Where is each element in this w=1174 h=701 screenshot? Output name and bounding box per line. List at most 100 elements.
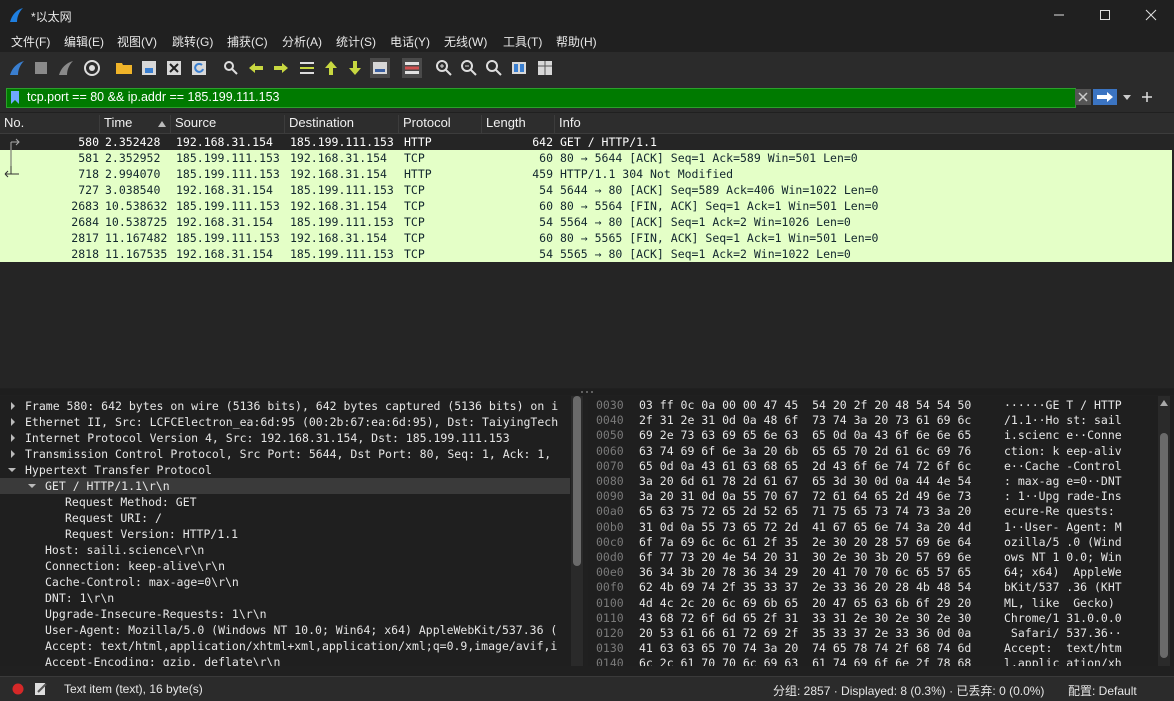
collapse-chevron-icon[interactable] <box>28 482 36 490</box>
menu-telephony[interactable]: 电话(Y) <box>390 33 430 50</box>
apply-filter-button[interactable] <box>1093 89 1117 105</box>
restart-capture-button[interactable] <box>56 58 76 78</box>
hex-row[interactable]: 0140 6c 2c 61 70 70 6c 69 63 61 74 69 6f … <box>588 656 1158 666</box>
tree-item-tcp[interactable]: Transmission Control Protocol, Src Port:… <box>0 446 570 462</box>
hex-row[interactable]: 0080 3a 20 6d 61 78 2d 61 67 65 3d 30 0d … <box>588 474 1158 489</box>
column-header-destination[interactable]: Destination <box>285 115 399 133</box>
packet-row[interactable]: 2684 10.538725 192.168.31.154 185.199.11… <box>0 214 1172 230</box>
expand-chevron-icon[interactable] <box>9 450 17 458</box>
hex-row[interactable]: 0070 65 0d 0a 43 61 63 68 65 2d 43 6f 6e … <box>588 459 1158 474</box>
bookmark-icon[interactable] <box>10 91 20 104</box>
scroll-thumb[interactable] <box>573 396 581 566</box>
hex-row[interactable]: 0130 41 63 63 65 70 74 3a 20 74 65 78 74 … <box>588 641 1158 656</box>
start-capture-button[interactable] <box>7 58 27 78</box>
status-profile[interactable]: 配置: Default <box>1068 682 1137 699</box>
hex-row[interactable]: 0030 03 ff 0c 0a 00 00 47 45 54 20 2f 20 … <box>588 398 1158 413</box>
tree-item-http[interactable]: Hypertext Transfer Protocol <box>0 462 570 478</box>
filter-history-dropdown[interactable] <box>1120 89 1134 105</box>
expand-chevron-icon[interactable] <box>9 402 17 410</box>
menu-help[interactable]: 帮助(H) <box>556 33 597 50</box>
colorize-button[interactable] <box>402 58 422 78</box>
hex-row[interactable]: 00d0 6f 77 73 20 4e 54 20 31 30 2e 30 3b … <box>588 550 1158 565</box>
tree-item-request-method[interactable]: Request Method: GET <box>0 494 570 510</box>
column-header-protocol[interactable]: Protocol <box>399 115 482 133</box>
maximize-button[interactable] <box>1082 0 1128 30</box>
packet-row[interactable]: 581 2.352952 185.199.111.153 192.168.31.… <box>0 150 1172 166</box>
expand-chevron-icon[interactable] <box>9 418 17 426</box>
packet-row[interactable]: 580 2.352428 192.168.31.154 185.199.111.… <box>0 134 1172 150</box>
tree-item-ipv4[interactable]: Internet Protocol Version 4, Src: 192.16… <box>0 430 570 446</box>
capture-options-button[interactable] <box>82 58 102 78</box>
column-header-no[interactable]: No. <box>0 115 100 133</box>
tree-item-frame[interactable]: Frame 580: 642 bytes on wire (5136 bits)… <box>0 398 570 414</box>
hex-row[interactable]: 0060 63 74 69 6f 6e 3a 20 6b 65 65 70 2d … <box>588 444 1158 459</box>
tree-item-accept-encoding[interactable]: Accept-Encoding: gzip, deflate\r\n <box>0 654 570 666</box>
hex-row[interactable]: 00b0 31 0d 0a 55 73 65 72 2d 41 67 65 6e … <box>588 520 1158 535</box>
hex-row[interactable]: 00c0 6f 7a 69 6c 6c 61 2f 35 2e 30 20 28 … <box>588 535 1158 550</box>
menu-analyze[interactable]: 分析(A) <box>282 33 322 50</box>
menu-edit[interactable]: 编辑(E) <box>64 33 104 50</box>
menu-view[interactable]: 视图(V) <box>117 33 157 50</box>
hex-row[interactable]: 0100 4d 4c 2c 20 6c 69 6b 65 20 47 65 63 … <box>588 596 1158 611</box>
tree-item-request-uri[interactable]: Request URI: / <box>0 510 570 526</box>
go-last-packet-button[interactable] <box>345 58 365 78</box>
hex-row[interactable]: 0040 2f 31 2e 31 0d 0a 48 6f 73 74 3a 20 … <box>588 413 1158 428</box>
hex-row[interactable]: 0090 3a 20 31 0d 0a 55 70 67 72 61 64 65 … <box>588 489 1158 504</box>
tree-item-upgrade-insecure[interactable]: Upgrade-Insecure-Requests: 1\r\n <box>0 606 570 622</box>
open-file-button[interactable] <box>114 58 134 78</box>
packet-row[interactable]: 2818 11.167535 192.168.31.154 185.199.11… <box>0 246 1172 262</box>
zoom-out-button[interactable] <box>459 58 479 78</box>
autoscroll-button[interactable] <box>370 58 390 78</box>
hex-row[interactable]: 00f0 62 4b 69 74 2f 35 33 37 2e 33 36 20 … <box>588 580 1158 595</box>
stop-capture-button[interactable] <box>31 58 51 78</box>
hex-row[interactable]: 0110 43 68 72 6f 6d 65 2f 31 33 31 2e 30 … <box>588 611 1158 626</box>
details-scrollbar[interactable] <box>571 396 583 666</box>
expert-info-icon[interactable] <box>12 683 24 695</box>
minimize-button[interactable] <box>1036 0 1082 30</box>
menu-statistics[interactable]: 统计(S) <box>336 33 376 50</box>
menu-tools[interactable]: 工具(T) <box>503 33 542 50</box>
menu-wireless[interactable]: 无线(W) <box>444 33 487 50</box>
tree-item-host[interactable]: Host: saili.science\r\n <box>0 542 570 558</box>
hex-row[interactable]: 00e0 36 34 3b 20 78 36 34 29 20 41 70 70 … <box>588 565 1158 580</box>
tree-item-user-agent[interactable]: User-Agent: Mozilla/5.0 (Windows NT 10.0… <box>0 622 570 638</box>
menu-capture[interactable]: 捕获(C) <box>227 33 268 50</box>
display-filter-input[interactable]: tcp.port == 80 && ip.addr == 185.199.111… <box>6 88 1076 108</box>
hex-row[interactable]: 0050 69 2e 73 63 69 65 6e 63 65 0d 0a 43 … <box>588 428 1158 443</box>
capture-comment-icon[interactable] <box>34 682 48 696</box>
menu-file[interactable]: 文件(F) <box>11 33 50 50</box>
pane-splitter[interactable] <box>0 389 1174 395</box>
bytes-scrollbar[interactable] <box>1158 396 1170 666</box>
packet-row[interactable]: 727 3.038540 192.168.31.154 185.199.111.… <box>0 182 1172 198</box>
tree-item-cache-control[interactable]: Cache-Control: max-age=0\r\n <box>0 574 570 590</box>
packet-row[interactable]: 718 2.994070 185.199.111.153 192.168.31.… <box>0 166 1172 182</box>
tree-item-request-version[interactable]: Request Version: HTTP/1.1 <box>0 526 570 542</box>
column-header-time[interactable]: Time <box>100 115 171 133</box>
go-back-button[interactable] <box>246 58 266 78</box>
close-file-button[interactable] <box>164 58 184 78</box>
scroll-up-icon[interactable] <box>1160 400 1168 406</box>
tree-item-ethernet[interactable]: Ethernet II, Src: LCFCElectron_ea:6d:95 … <box>0 414 570 430</box>
hex-row[interactable]: 00a0 65 63 75 72 65 2d 52 65 71 75 65 73 … <box>588 504 1158 519</box>
column-header-source[interactable]: Source <box>171 115 285 133</box>
save-file-button[interactable] <box>139 58 159 78</box>
add-filter-button[interactable] <box>1140 89 1154 105</box>
go-forward-button[interactable] <box>271 58 291 78</box>
close-button[interactable] <box>1128 0 1174 30</box>
menu-go[interactable]: 跳转(G) <box>172 33 213 50</box>
zoom-normal-button[interactable] <box>484 58 504 78</box>
layout-button[interactable] <box>535 58 555 78</box>
tree-item-connection[interactable]: Connection: keep-alive\r\n <box>0 558 570 574</box>
clear-filter-button[interactable] <box>1075 89 1091 105</box>
scroll-thumb[interactable] <box>1160 433 1168 658</box>
expand-chevron-icon[interactable] <box>9 434 17 442</box>
collapse-chevron-icon[interactable] <box>8 466 16 474</box>
go-to-packet-button[interactable] <box>297 58 317 78</box>
packet-row[interactable]: 2683 10.538632 185.199.111.153 192.168.3… <box>0 198 1172 214</box>
tree-item-dnt[interactable]: DNT: 1\r\n <box>0 590 570 606</box>
column-header-info[interactable]: Info <box>555 115 1174 133</box>
resize-columns-button[interactable] <box>509 58 529 78</box>
reload-file-button[interactable] <box>189 58 209 78</box>
column-header-length[interactable]: Length <box>482 115 555 133</box>
zoom-in-button[interactable] <box>434 58 454 78</box>
